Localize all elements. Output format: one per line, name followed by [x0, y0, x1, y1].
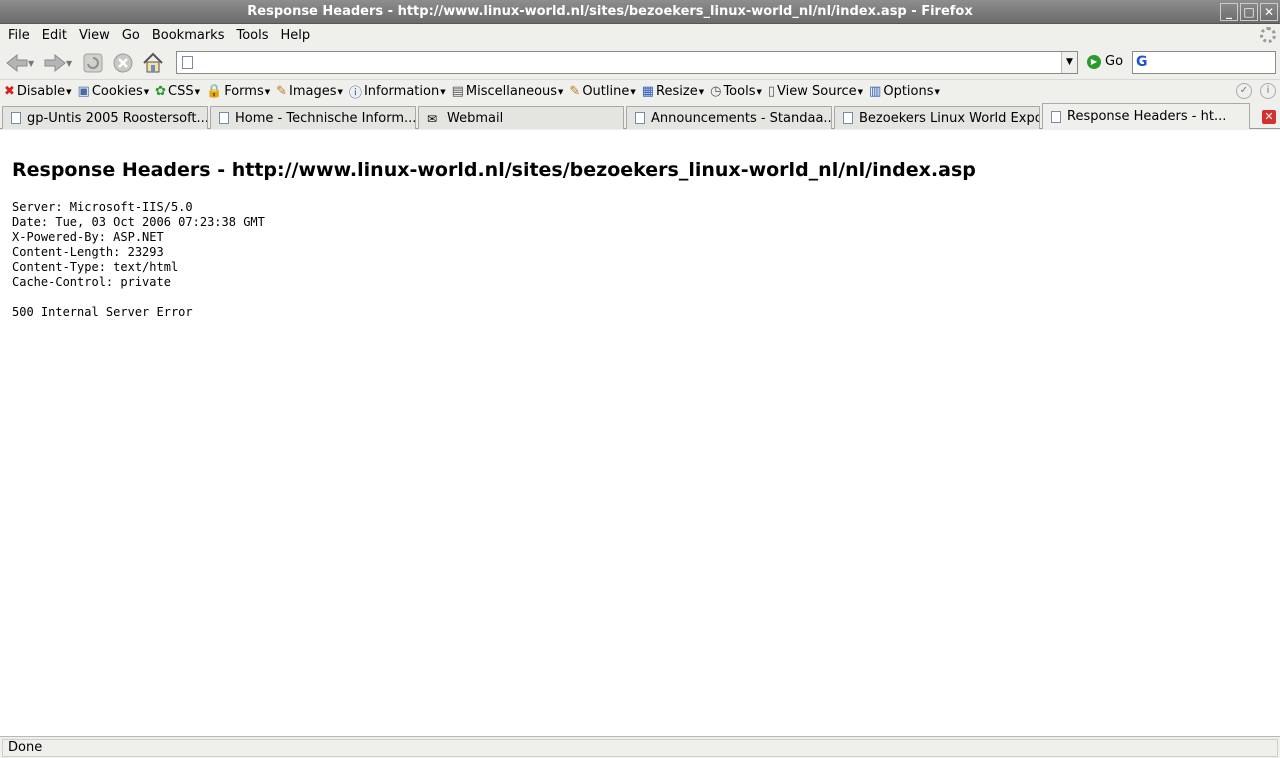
menu-tools[interactable]: Tools — [230, 28, 274, 43]
close-window-button[interactable]: ✕ — [1260, 3, 1278, 21]
page-icon — [1051, 110, 1061, 123]
page-heading: Response Headers - http://www.linux-worl… — [12, 159, 976, 181]
forward-arrow-icon[interactable] — [42, 50, 68, 76]
tab-gp-untis[interactable]: gp-Untis 2005 Roostersoft... — [2, 106, 208, 129]
title-bar: Response Headers - http://www.linux-worl… — [0, 0, 1280, 24]
dev-css-menu[interactable]: ✿ CSS ▼ — [155, 84, 200, 99]
reload-icon[interactable] — [80, 50, 106, 76]
page-icon — [182, 56, 193, 69]
menu-view[interactable]: View — [73, 28, 116, 43]
images-icon: ✎ — [276, 84, 288, 99]
dev-disable-menu[interactable]: ✖ Disable ▼ — [4, 84, 72, 99]
dev-cookies-menu[interactable]: ▣ Cookies ▼ — [78, 84, 150, 99]
page-icon — [843, 112, 853, 124]
menu-go[interactable]: Go — [116, 28, 146, 43]
home-icon[interactable] — [140, 50, 166, 76]
help-info-icon[interactable]: i — [1260, 83, 1276, 99]
clock-icon: ◷ — [710, 84, 722, 99]
tab-bezoekers-linux-world[interactable]: Bezoekers Linux World Expo — [834, 106, 1040, 129]
menu-bookmarks[interactable]: Bookmarks — [146, 28, 231, 43]
page-icon — [11, 112, 21, 124]
header-line: X-Powered-By: ASP.NET — [12, 230, 164, 244]
dev-forms-menu[interactable]: 🔒 Forms ▼ — [206, 84, 270, 99]
url-history-chevron-down-icon[interactable]: ▼ — [1061, 52, 1077, 73]
stop-icon[interactable] — [110, 50, 136, 76]
clipboard-icon: ▯ — [767, 84, 776, 99]
list-icon: ▤ — [451, 84, 464, 99]
tab-webmail[interactable]: ✉ Webmail — [418, 106, 624, 129]
search-input[interactable]: G — [1132, 51, 1276, 74]
status-line: 500 Internal Server Error — [12, 305, 193, 319]
window-title: Response Headers - http://www.linux-worl… — [247, 4, 973, 19]
dev-miscellaneous-menu[interactable]: ▤ Miscellaneous ▼ — [452, 84, 564, 99]
pencil-icon: ✎ — [569, 84, 581, 99]
response-headers-text: Server: Microsoft-IIS/5.0 Date: Tue, 03 … — [12, 200, 265, 320]
validation-check-icon[interactable]: ✓ — [1236, 83, 1252, 99]
dev-resize-menu[interactable]: ▦ Resize ▼ — [642, 84, 704, 99]
url-bar[interactable]: ▼ — [176, 51, 1078, 74]
forward-history-chevron-down-icon[interactable]: ▼ — [66, 59, 76, 68]
menu-edit[interactable]: Edit — [36, 28, 73, 43]
menu-file[interactable]: File — [2, 28, 36, 43]
go-button[interactable]: ▶ Go — [1087, 54, 1123, 69]
webmail-icon: ✉ — [427, 112, 438, 126]
go-arrow-icon: ▶ — [1087, 54, 1101, 69]
css-gear-icon: ✿ — [155, 84, 167, 99]
info-icon: ⓘ — [348, 86, 362, 101]
tab-response-headers[interactable]: Response Headers - ht... — [1042, 103, 1250, 129]
menu-help[interactable]: Help — [275, 28, 317, 43]
tab-technische-informatica[interactable]: Home - Technische Inform... — [210, 106, 416, 129]
header-line: Content-Length: 23293 — [12, 245, 164, 259]
lock-icon: 🔒 — [206, 84, 223, 99]
header-line: Date: Tue, 03 Oct 2006 07:23:38 GMT — [12, 215, 265, 229]
dev-tools-menu[interactable]: ◷ Tools ▼ — [710, 84, 762, 99]
header-line: Content-Type: text/html — [12, 260, 179, 274]
navigation-toolbar: ▼ ▼ ▼ ▶ Go G — [0, 47, 1280, 79]
throbber-icon — [1260, 27, 1276, 43]
go-label: Go — [1105, 54, 1124, 69]
dev-images-menu[interactable]: ✎ Images ▼ — [276, 84, 343, 99]
page-icon — [635, 112, 645, 124]
dev-information-menu[interactable]: ⓘ Information ▼ — [349, 82, 446, 101]
page-icon — [219, 112, 229, 124]
page-content: Response Headers - http://www.linux-worl… — [0, 130, 1280, 736]
dev-options-menu[interactable]: ▥ Options ▼ — [869, 84, 940, 99]
web-developer-toolbar: ✖ Disable ▼ ▣ Cookies ▼ ✿ CSS ▼ 🔒 Forms ▼ ✎ Image… — [0, 79, 1280, 103]
resize-icon: ▦ — [641, 84, 655, 99]
status-text: Done — [2, 739, 1278, 757]
menu-bar: File Edit View Go Bookmarks Tools Help — [0, 24, 1280, 47]
tab-announcements[interactable]: Announcements - Standaa... — [626, 106, 832, 129]
header-line: Cache-Control: private — [12, 275, 171, 289]
header-line: Server: Microsoft-IIS/5.0 — [12, 200, 193, 214]
back-arrow-icon[interactable] — [4, 50, 30, 76]
status-bar: Done — [0, 736, 1280, 758]
cookie-icon: ▣ — [77, 84, 90, 99]
minimize-button[interactable]: _ — [1220, 3, 1238, 21]
google-search-engine-icon[interactable]: G — [1136, 54, 1148, 70]
close-tab-icon[interactable]: ✕ — [1262, 110, 1276, 124]
options-icon: ▥ — [869, 84, 882, 99]
back-history-chevron-down-icon[interactable]: ▼ — [28, 59, 38, 68]
dev-outline-menu[interactable]: ✎ Outline ▼ — [569, 84, 635, 99]
maximize-button[interactable]: □ — [1240, 3, 1258, 21]
firefox-window: Response Headers - http://www.linux-worl… — [0, 0, 1280, 758]
tab-bar: gp-Untis 2005 Roostersoft... Home - Tech… — [0, 103, 1280, 129]
red-x-icon: ✖ — [4, 84, 15, 99]
dev-view-source-menu[interactable]: ▯ View Source ▼ — [768, 84, 863, 99]
